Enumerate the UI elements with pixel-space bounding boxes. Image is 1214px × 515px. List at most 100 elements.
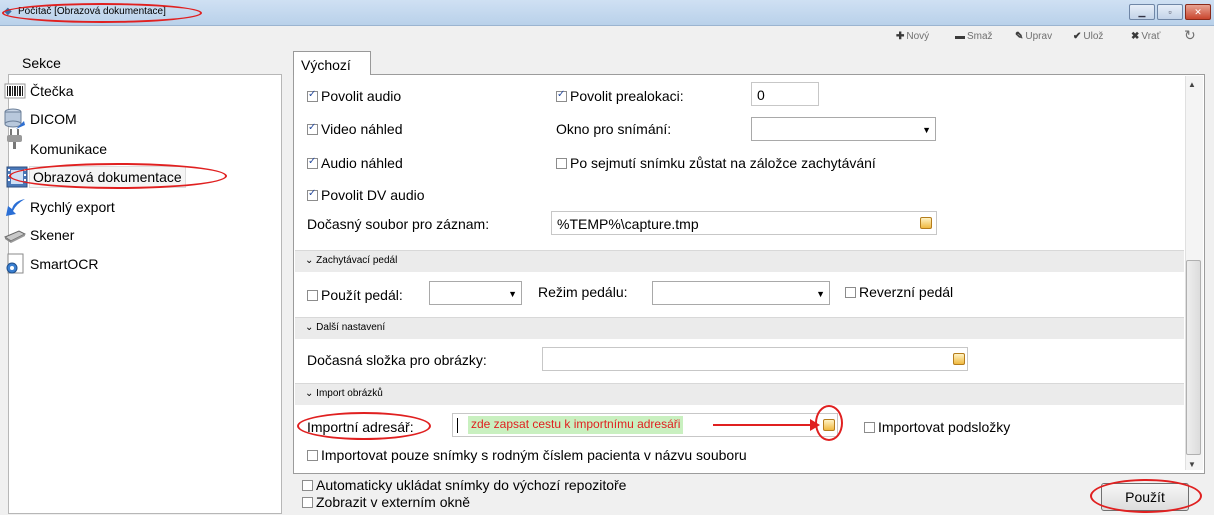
annotation-arrow-line — [713, 424, 813, 426]
only-birth-number-checkbox[interactable]: Importovat pouze snímky s rodným číslem … — [307, 447, 747, 463]
checkbox-icon — [845, 287, 856, 298]
enable-dv-audio-label: Povolit DV audio — [321, 187, 425, 203]
toolbar-save-button[interactable]: ✔ Ulož — [1073, 31, 1103, 42]
temp-folder-label: Dočasná složka pro obrázky: — [307, 352, 487, 368]
minus-icon: ▬ — [955, 31, 965, 42]
enable-dv-audio-checkbox[interactable]: Povolit DV audio — [307, 187, 425, 203]
refresh-icon[interactable]: ↻ — [1184, 27, 1196, 44]
temp-file-label: Dočasný soubor pro záznam: — [307, 216, 490, 232]
toolbar-revert-button[interactable]: ✖ Vrať — [1131, 31, 1160, 42]
audio-preview-checkbox[interactable]: Audio náhled — [307, 155, 403, 171]
barcode-icon — [4, 83, 26, 99]
tab-label: Výchozí — [301, 57, 351, 73]
title-annotation-oval — [2, 3, 202, 23]
arrow-icon — [6, 199, 25, 216]
sidebar-item-ctecka[interactable]: Čtečka — [4, 80, 74, 102]
use-pedal-select[interactable]: ▼ — [429, 281, 522, 305]
enable-prealloc-checkbox[interactable]: Povolit prealokaci: — [556, 88, 684, 104]
import-subfolders-checkbox[interactable]: Importovat podsložky — [864, 419, 1010, 435]
sidebar-item-label: Rychlý export — [30, 199, 115, 215]
sidebar-item-label: Skener — [30, 227, 75, 243]
autosave-checkbox[interactable]: Automaticky ukládat snímky do výchozí re… — [302, 477, 626, 493]
collapse-icon: ⌄ — [305, 322, 317, 333]
import-subfolders-label: Importovat podsložky — [878, 419, 1011, 435]
checkbox-icon — [864, 422, 875, 433]
plus-icon: ✚ — [896, 31, 905, 42]
checkbox-icon — [307, 89, 318, 102]
sidebar-item-label: DICOM — [30, 111, 77, 127]
pedal-mode-label: Režim pedálu: — [538, 284, 628, 300]
video-preview-checkbox[interactable]: Video náhled — [307, 121, 402, 137]
capture-window-label: Okno pro snímání: — [556, 121, 672, 137]
section-import-header[interactable]: ⌄ Import obrázků — [295, 383, 1184, 405]
pencil-icon: ✎ — [1015, 31, 1024, 42]
sidebar-item-smartocr[interactable]: SmartOCR — [6, 253, 99, 275]
enable-audio-checkbox[interactable]: Povolit audio — [307, 88, 401, 104]
maximize-button[interactable]: ▫ — [1157, 4, 1183, 20]
reverse-pedal-checkbox[interactable]: Reverzní pedál — [845, 284, 953, 300]
close-button[interactable]: ✕ — [1185, 4, 1211, 20]
chevron-down-icon: ▼ — [508, 289, 517, 299]
collapse-icon: ⌄ — [305, 255, 317, 266]
checkbox-icon — [307, 188, 318, 201]
checkbox-icon — [307, 290, 318, 301]
enable-audio-label: Povolit audio — [321, 88, 402, 104]
folder-browse-icon[interactable] — [920, 217, 932, 229]
use-pedal-checkbox[interactable]: Použít pedál: — [307, 287, 403, 303]
reverse-pedal-label: Reverzní pedál — [859, 284, 954, 300]
capture-window-select[interactable]: ▼ — [751, 117, 936, 141]
folder-browse-icon[interactable] — [953, 353, 965, 365]
toolbar-revert-label: Vrať — [1141, 31, 1161, 42]
import-dir-hint: zde zapsat cestu k importnímu adresáři — [468, 416, 684, 434]
sidebar-item-label: Čtečka — [30, 83, 74, 99]
import-label-annotation-oval — [297, 412, 431, 440]
scroll-up-icon[interactable]: ▲ — [1188, 80, 1196, 89]
prealloc-input[interactable]: 0 — [751, 82, 819, 106]
sidebar-item-rychly-export[interactable]: Rychlý export — [6, 196, 115, 218]
stay-on-tab-checkbox[interactable]: Po sejmutí snímku zůstat na záložce zach… — [556, 155, 876, 171]
autosave-label: Automaticky ukládat snímky do výchozí re… — [316, 477, 627, 493]
external-window-checkbox[interactable]: Zobrazit v externím okně — [302, 494, 470, 510]
sidebar-item-label: Komunikace — [30, 141, 108, 157]
text-cursor — [457, 418, 458, 433]
scrollbar-thumb[interactable] — [1186, 260, 1201, 455]
audio-preview-label: Audio náhled — [321, 155, 403, 171]
scanner-icon — [4, 230, 26, 243]
toolbar-edit-button[interactable]: ✎ Uprav — [1015, 31, 1052, 42]
chevron-down-icon: ▼ — [816, 289, 825, 299]
sidebar-item-skener[interactable]: Skener — [4, 224, 75, 246]
collapse-icon: ⌄ — [305, 388, 317, 399]
sidebar-item-label: SmartOCR — [30, 256, 99, 272]
check-icon: ✔ — [1073, 31, 1082, 42]
import-header-label: Import obrázků — [316, 388, 383, 399]
stay-on-tab-label: Po sejmutí snímku zůstat na záložce zach… — [570, 155, 876, 171]
temp-file-input[interactable]: %TEMP%\capture.tmp — [551, 211, 937, 235]
toolbar-new-label: Nový — [906, 31, 930, 42]
browse-annotation-oval — [815, 405, 843, 441]
enable-prealloc-label: Povolit prealokaci: — [570, 88, 684, 104]
checkbox-icon — [556, 89, 567, 102]
sidebar-item-komunikace[interactable]: Komunikace — [7, 129, 108, 160]
sidebar-item-dicom[interactable]: DICOM — [4, 108, 77, 130]
more-header-label: Další nastavení — [316, 322, 386, 333]
checkbox-icon — [307, 156, 318, 169]
temp-folder-input[interactable] — [542, 347, 968, 371]
pedal-mode-select[interactable]: ▼ — [652, 281, 830, 305]
toolbar-delete-button[interactable]: ▬ Smaž — [955, 31, 993, 42]
sidebar-annotation-oval — [9, 163, 227, 189]
toolbar-save-label: Ulož — [1083, 31, 1104, 42]
use-pedal-label: Použít pedál: — [321, 287, 403, 303]
section-more-header[interactable]: ⌄ Další nastavení — [295, 317, 1184, 339]
tab-vychozi[interactable]: Výchozí — [293, 51, 371, 75]
apply-annotation-oval — [1090, 479, 1202, 513]
scroll-down-icon[interactable]: ▼ — [1188, 460, 1196, 469]
title-bar: ◆ Počítač [Obrazová dokumentace] ▁ ▫ ✕ — [0, 0, 1214, 26]
checkbox-icon — [307, 450, 318, 461]
toolbar-new-button[interactable]: ✚ Nový — [896, 31, 929, 42]
toolbar-edit-label: Uprav — [1025, 31, 1053, 42]
checkbox-icon — [302, 497, 313, 508]
sidebar-heading: Sekce — [22, 55, 61, 71]
minimize-button[interactable]: ▁ — [1129, 4, 1155, 20]
plug-icon — [7, 129, 22, 149]
section-pedal-header[interactable]: ⌄ Zachytávací pedál — [295, 250, 1184, 272]
